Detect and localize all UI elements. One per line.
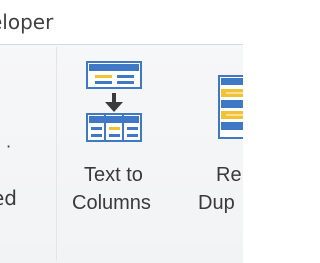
text-to-columns-button[interactable]: Text to Columns — [66, 57, 186, 247]
text-to-columns-label-line1: Text to — [84, 164, 143, 186]
remove-duplicates-label-line1: Re — [216, 164, 242, 186]
remove-duplicates-button[interactable]: Re Dup — [196, 57, 243, 247]
ribbon-panel: · ed — [0, 44, 243, 263]
tab-developer[interactable]: eloper — [0, 10, 53, 34]
left-group-button-label[interactable]: ed — [0, 186, 17, 210]
remove-duplicates-icon — [218, 75, 243, 139]
text-to-columns-icon — [86, 61, 142, 143]
ribbon-group-left-partial: · ed — [0, 45, 56, 263]
group-separator — [56, 47, 58, 261]
left-group-glyph: · — [6, 137, 12, 156]
text-to-columns-label-line2: Columns — [72, 192, 151, 214]
remove-duplicates-label-line2: Dup — [198, 192, 235, 214]
ribbon-tab-bar: eloper — [0, 0, 243, 44]
